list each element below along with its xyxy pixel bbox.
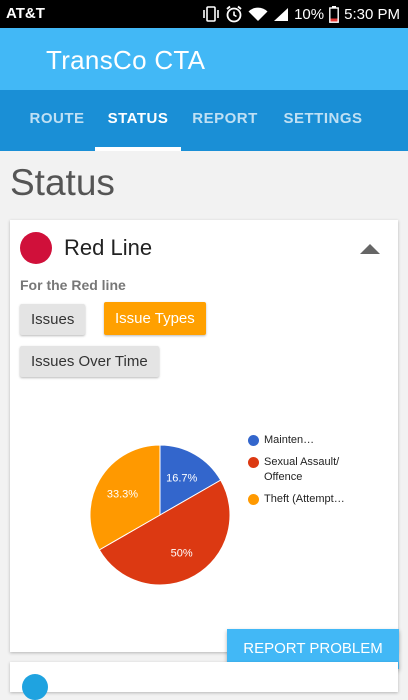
- battery-icon: [329, 5, 340, 23]
- page-title: Status: [10, 162, 115, 203]
- tab-bar: ROUTE STATUS REPORT SETTINGS: [0, 90, 408, 151]
- legend-label-1: Sexual Assault/ Offence: [264, 456, 340, 483]
- next-line-color-dot: [22, 674, 48, 700]
- legend-swatch-2: [248, 494, 259, 505]
- legend-label-0: Mainten…: [264, 434, 315, 446]
- card-subtitle: For the Red line: [20, 277, 126, 293]
- chart-legend: Mainten… Sexual Assault/ Offence Theft (At…: [248, 433, 346, 514]
- issues-button[interactable]: Issues: [20, 304, 86, 335]
- vibrate-icon: [202, 6, 220, 22]
- issue-types-pie-chart: 16.7% 50% 33.3%: [90, 444, 230, 586]
- system-status-bar: AT&T 10% 5:30 PM: [0, 0, 408, 28]
- line-status-card: Red Line For the Red line Issues Issue T…: [10, 220, 398, 652]
- signal-icon: [273, 7, 289, 22]
- alarm-icon: [225, 5, 243, 23]
- legend-label-2: Theft (Attempt…: [264, 493, 345, 505]
- issues-over-time-button[interactable]: Issues Over Time: [20, 346, 159, 377]
- tab-route[interactable]: ROUTE: [16, 90, 98, 151]
- next-line-card: [10, 662, 398, 700]
- legend-swatch-0: [248, 435, 259, 446]
- clock-time: 5:30 PM: [344, 5, 400, 23]
- battery-percent: 10%: [294, 5, 325, 23]
- collapse-arrow-icon[interactable]: [360, 242, 380, 260]
- tab-report[interactable]: REPORT: [184, 90, 266, 151]
- tab-status[interactable]: STATUS: [95, 90, 181, 151]
- carrier-label: AT&T: [6, 5, 45, 22]
- pie-slice-label-0: 16.7%: [166, 472, 197, 484]
- legend-item-2: Theft (Attempt…: [248, 492, 346, 507]
- line-name: Red Line: [64, 235, 153, 260]
- app-bar: TransCo CTA: [0, 28, 408, 90]
- line-color-dot: [20, 232, 52, 264]
- pie-slice-label-1: 50%: [171, 548, 193, 560]
- app-title: TransCo CTA: [46, 45, 206, 75]
- legend-swatch-1: [248, 457, 259, 468]
- active-tab-indicator: [95, 147, 181, 151]
- pie-slice-label-2: 33.3%: [107, 488, 138, 500]
- legend-item-0: Mainten…: [248, 433, 346, 448]
- status-icons: 10% 5:30 PM: [202, 5, 400, 23]
- issue-types-button[interactable]: Issue Types: [104, 302, 206, 335]
- wifi-icon: [248, 7, 268, 22]
- legend-item-1: Sexual Assault/ Offence: [248, 455, 346, 485]
- tab-settings[interactable]: SETTINGS: [268, 90, 378, 151]
